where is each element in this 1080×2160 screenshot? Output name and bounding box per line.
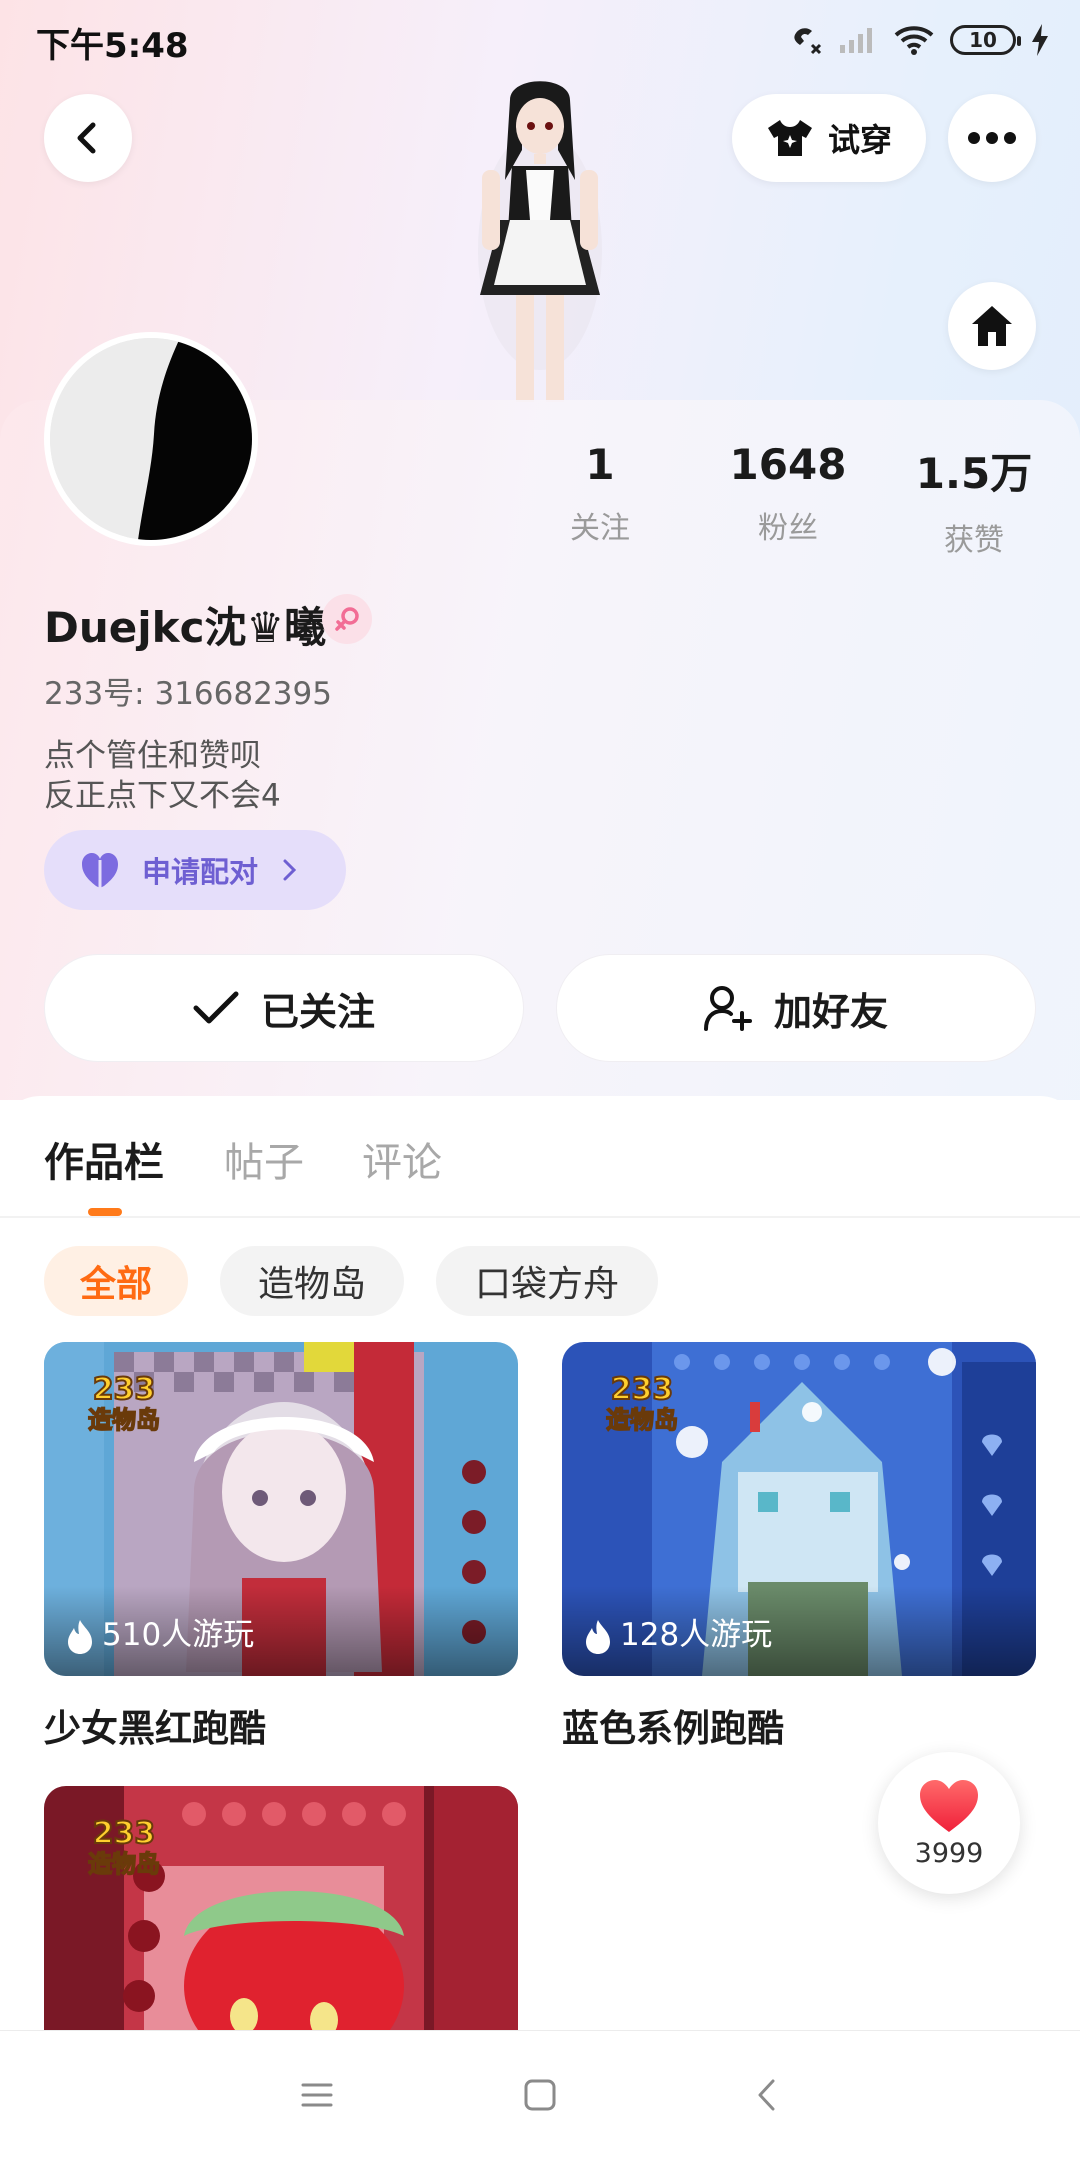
badge-label: 造物岛 (605, 1405, 679, 1435)
play-count: 128人游玩 (562, 1586, 1036, 1676)
following-button[interactable]: 已关注 (44, 954, 524, 1062)
stat-following-value: 1 (585, 440, 615, 489)
badge-number: 233 (92, 1816, 157, 1851)
add-friend-icon (703, 986, 752, 1031)
more-icon (968, 132, 1016, 144)
tab-works[interactable]: 作品栏 (44, 1130, 164, 1188)
stat-following[interactable]: 1 关注 (530, 440, 670, 547)
like-count: 3999 (914, 1837, 984, 1869)
status-time: 下午5:48 (36, 26, 189, 66)
home-button[interactable] (948, 282, 1036, 370)
stat-likes[interactable]: 1.5万 获赞 (904, 440, 1044, 559)
female-icon (335, 607, 359, 631)
user-id: 233号: 316682395 (44, 676, 332, 712)
play-count-text: 128人游玩 (620, 1617, 773, 1653)
charging-icon (1032, 24, 1048, 56)
heart-icon (920, 1779, 978, 1832)
stat-followers-value: 1648 (729, 440, 847, 489)
zaowu-badge: 233 造物岛 (64, 1364, 184, 1444)
try-on-button[interactable]: 试穿 (732, 94, 926, 182)
battery-icon: 10 (950, 25, 1021, 55)
badge-number: 233 (610, 1372, 675, 1407)
status-icons: 10 (790, 20, 1050, 60)
stat-likes-label: 获赞 (944, 523, 1004, 558)
bio-line-2: 反正点下又不会4 (44, 778, 281, 814)
character-avatar-figure (478, 81, 602, 402)
menu-icon (301, 2083, 333, 2107)
back-icon (77, 122, 96, 154)
zaowu-badge: 233 造物岛 (64, 1808, 184, 1888)
work-thumbnail: 233 造物岛 128人游玩 (562, 1342, 1036, 1676)
work-card[interactable]: 233 造物岛 128人游玩 蓝色系例跑酷 (562, 1342, 1036, 1752)
play-count: 510人游玩 (44, 1586, 518, 1676)
badge-label: 造物岛 (87, 1405, 161, 1435)
gender-badge (322, 594, 372, 644)
square-icon (524, 2079, 556, 2111)
zaowu-badge: 233 造物岛 (582, 1364, 702, 1444)
back-arrow-icon (758, 2079, 775, 2111)
nav-back-button[interactable] (742, 2070, 792, 2120)
try-on-label: 试穿 (827, 121, 892, 159)
filter-chip-koudai[interactable]: 口袋方舟 (436, 1246, 658, 1316)
stat-followers[interactable]: 1648 粉丝 (718, 440, 858, 547)
work-card[interactable]: 233 造物岛 (44, 1786, 518, 2030)
work-thumbnail: 233 造物岛 510人游玩 (44, 1342, 518, 1676)
work-title: 少女黑红跑酷 (44, 1707, 266, 1750)
tab-posts[interactable]: 帖子 (224, 1130, 304, 1188)
check-icon (193, 991, 239, 1024)
stat-followers-label: 粉丝 (758, 511, 818, 546)
wifi-icon (894, 26, 934, 55)
back-button[interactable] (44, 94, 132, 182)
avatar-image (50, 338, 252, 540)
badge-label: 造物岛 (87, 1849, 161, 1879)
work-card[interactable]: 233 造物岛 510人游玩 少女黑红跑酷 (44, 1342, 518, 1752)
nav-menu-button[interactable] (292, 2070, 342, 2120)
signal-icon (840, 28, 872, 53)
username: Duejkc沈♛曦 (44, 603, 327, 652)
work-thumbnail: 233 造物岛 (44, 1786, 518, 2030)
avatar[interactable] (44, 332, 258, 546)
active-tab-indicator (88, 1208, 122, 1216)
stat-following-label: 关注 (570, 511, 630, 546)
home-icon (972, 306, 1012, 346)
bio-line-1: 点个管住和赞呗 (44, 738, 261, 774)
apply-pair-label: 申请配对 (142, 855, 259, 889)
badge-number: 233 (92, 1372, 157, 1407)
tab-comments[interactable]: 评论 (362, 1130, 442, 1188)
apply-pair-button[interactable]: 申请配对 (44, 830, 346, 910)
fire-icon (68, 1620, 92, 1654)
like-float-button[interactable]: 3999 (878, 1752, 1020, 1894)
fire-icon (586, 1620, 610, 1654)
shirt-icon (767, 120, 812, 156)
work-title: 蓝色系例跑酷 (562, 1707, 784, 1750)
chevron-right-icon (283, 859, 297, 881)
nav-home-button[interactable] (515, 2070, 565, 2120)
heart-pair-icon (82, 853, 118, 888)
more-button[interactable] (948, 94, 1036, 182)
filter-chip-all[interactable]: 全部 (44, 1246, 188, 1316)
following-label: 已关注 (260, 989, 375, 1034)
add-friend-button[interactable]: 加好友 (556, 954, 1036, 1062)
tab-divider (0, 1216, 1080, 1218)
call-off-icon (794, 28, 822, 55)
add-friend-label: 加好友 (773, 989, 888, 1034)
filter-chip-zaowu[interactable]: 造物岛 (220, 1246, 404, 1316)
status-bar: 下午5:48 10 (0, 0, 1080, 76)
stat-likes-value: 1.5万 (915, 449, 1033, 498)
play-count-text: 510人游玩 (102, 1617, 255, 1653)
